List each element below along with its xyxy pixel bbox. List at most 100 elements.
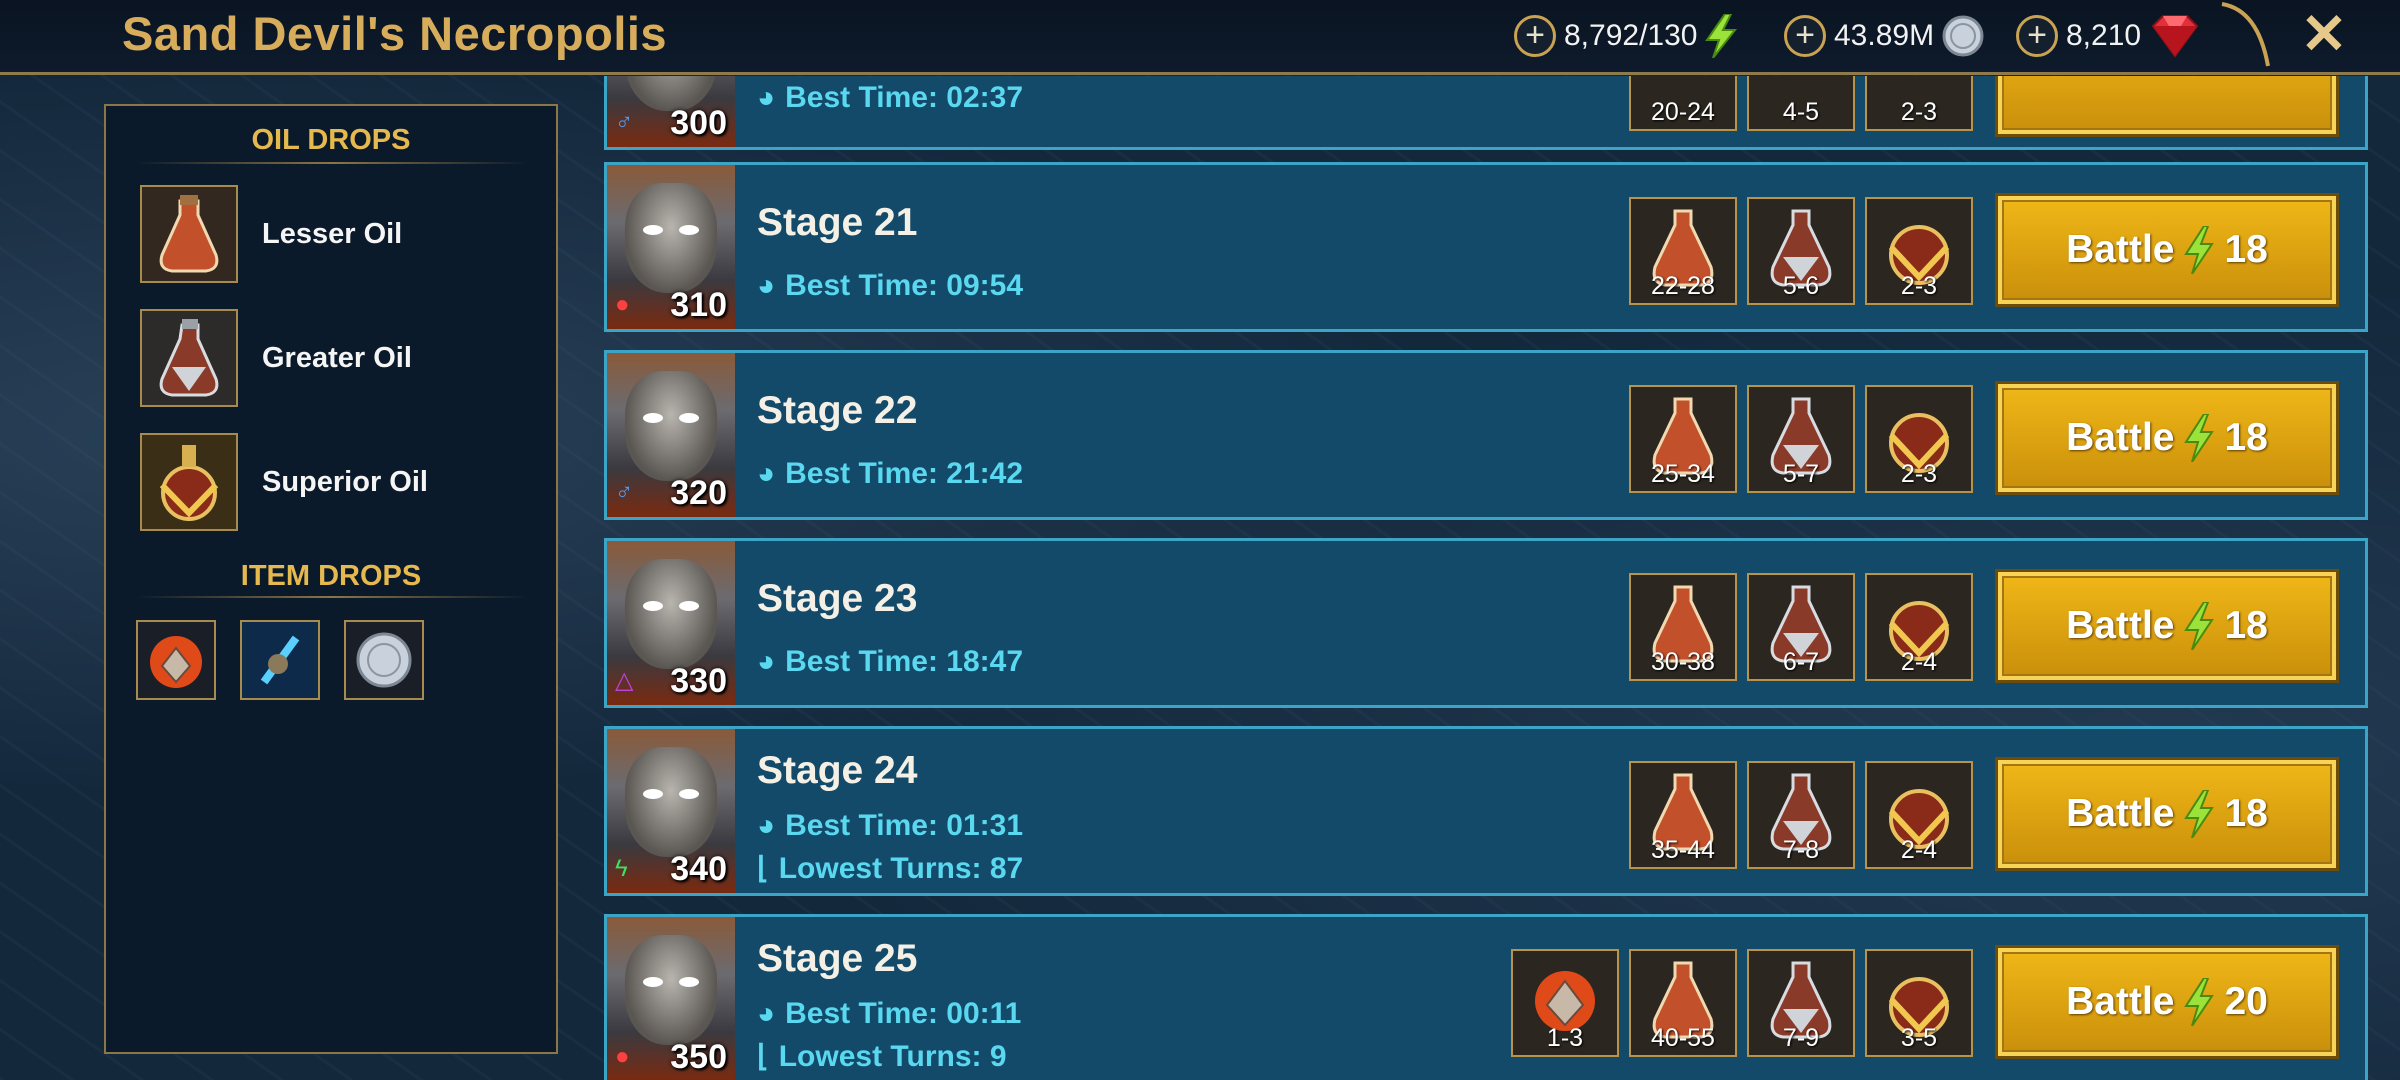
silver-value: 43.89M [1834, 19, 1935, 52]
turns-icon: ⌊ [757, 852, 769, 885]
drop-greater-oil: 7-9 [1747, 949, 1855, 1057]
drop-lesser-oil: 30-38 [1629, 573, 1737, 681]
stage-row-25[interactable]: ● 350 Stage 25 ◕ Best Time: 00:11 ⌊ Lowest… [604, 914, 2368, 1080]
void-affinity-icon: △ [615, 667, 634, 694]
silver-coin-icon[interactable] [344, 620, 424, 700]
battle-button[interactable]: Battle 18 [1995, 569, 2339, 683]
silver-counter[interactable]: + 43.89M [1784, 13, 1986, 59]
clock-icon: ◕ [757, 81, 776, 114]
stage-name: Stage 21 [757, 201, 918, 244]
stage-row[interactable]: ♂ 300 ◕ Best Time: 02:37 20-24 4-5 2-3 [604, 76, 2368, 150]
boss-level: 330 [670, 662, 727, 700]
superior-oil-icon [140, 433, 238, 531]
oil-item-greater[interactable]: Greater Oil [140, 308, 412, 408]
clock-icon: ◕ [757, 809, 776, 842]
gem-icon [2151, 15, 2199, 58]
lowest-turns: ⌊ Lowest Turns: 9 [757, 1039, 1007, 1074]
drop-superior-oil: 2-3 [1865, 385, 1973, 493]
clock-icon: ◕ [757, 269, 776, 302]
best-time: ◕ Best Time: 00:11 [757, 997, 1022, 1030]
best-time: ◕ Best Time: 18:47 [757, 645, 1024, 678]
energy-icon [2184, 978, 2215, 1026]
drop-lesser-oil: 35-44 [1629, 761, 1737, 869]
corner-ornament [2221, 2, 2270, 67]
stage-row-23[interactable]: △ 330 Stage 23 ◕ Best Time: 18:47 30-38 6… [604, 538, 2368, 708]
drop-greater-oil: 5-6 [1747, 197, 1855, 305]
battle-button[interactable]: Battle 20 [1995, 945, 2339, 1059]
drop-greater-oil: 4-5 [1747, 76, 1855, 131]
drop-superior-oil: 2-3 [1865, 197, 1973, 305]
oil-label: Lesser Oil [262, 217, 403, 250]
drop-superior-oil: 2-4 [1865, 761, 1973, 869]
stage-row-22[interactable]: ♂ 320 Stage 22 ◕ Best Time: 21:42 25-34 5… [604, 350, 2368, 520]
drop-lesser-oil: 20-24 [1629, 76, 1737, 131]
drop-superior-oil: 2-3 [1865, 76, 1973, 131]
oil-label: Greater Oil [262, 341, 412, 374]
oil-item-lesser[interactable]: Lesser Oil [140, 184, 402, 284]
top-bar: Sand Devil's Necropolis + 8,792/130 + 43… [0, 0, 2400, 75]
fire-gem-icon[interactable] [136, 620, 216, 700]
item-drops-header: ITEM DROPS [240, 560, 422, 592]
blue-artifact-icon[interactable] [240, 620, 320, 700]
boss-portrait: ♂ 320 [607, 353, 735, 517]
energy-icon [2184, 790, 2215, 838]
oil-item-superior[interactable]: Superior Oil [140, 432, 428, 532]
force-affinity-icon: ● [615, 291, 630, 318]
energy-icon [2184, 414, 2215, 462]
add-energy-button[interactable]: + [1514, 15, 1556, 57]
clock-icon: ◕ [757, 645, 776, 678]
battle-button[interactable]: Battle 18 [1995, 757, 2339, 871]
stage-list[interactable]: ♂ 300 ◕ Best Time: 02:37 20-24 4-5 2-3 ● … [604, 76, 2376, 1080]
best-time: ◕ Best Time: 01:31 [757, 809, 1024, 842]
battle-button[interactable]: Battle 18 [1995, 381, 2339, 495]
drop-lesser-oil: 22-28 [1629, 197, 1737, 305]
energy-icon [2184, 602, 2215, 650]
gems-value: 8,210 [2066, 19, 2142, 52]
energy-value: 8,792/130 [1564, 19, 1698, 52]
stage-name: Stage 23 [757, 577, 918, 620]
stage-name: Stage 24 [757, 749, 918, 792]
boss-level: 340 [670, 850, 727, 888]
boss-portrait: ♂ 300 [607, 76, 735, 147]
close-button[interactable]: ✕ [2296, 6, 2352, 62]
best-time: ◕ Best Time: 02:37 [757, 81, 1024, 114]
stage-row-24[interactable]: ϟ 340 Stage 24 ◕ Best Time: 01:31 ⌊ Lowest… [604, 726, 2368, 896]
energy-icon [1705, 14, 1738, 58]
drop-superior-oil: 2-4 [1865, 573, 1973, 681]
energy-counter[interactable]: + 8,792/130 [1514, 13, 1739, 59]
oil-label: Superior Oil [262, 465, 428, 498]
turns-icon: ⌊ [757, 1040, 769, 1073]
stage-name: Stage 25 [757, 937, 918, 980]
add-gems-button[interactable]: + [2016, 15, 2058, 57]
clock-icon: ◕ [757, 997, 776, 1030]
oil-drops-header: OIL DROPS [251, 124, 411, 156]
boss-level: 350 [670, 1038, 727, 1076]
drop-greater-oil: 6-7 [1747, 573, 1855, 681]
boss-portrait: ϟ 340 [607, 729, 735, 893]
force-affinity-icon: ● [615, 1043, 630, 1070]
greater-oil-icon [140, 309, 238, 407]
divider [136, 596, 528, 598]
drop-superior-oil: 3-5 [1865, 949, 1973, 1057]
add-silver-button[interactable]: + [1784, 15, 1826, 57]
drops-panel: OIL DROPS Lesser Oil Greater Oil Superio… [104, 104, 558, 1054]
stage-row-21[interactable]: ● 310 Stage 21 ◕ Best Time: 09:54 22-28 5… [604, 162, 2368, 332]
boss-portrait: ● 350 [607, 917, 735, 1080]
energy-icon [2184, 226, 2215, 274]
boss-portrait: △ 330 [607, 541, 735, 705]
best-time: ◕ Best Time: 09:54 [757, 269, 1024, 302]
battle-button[interactable]: Battle 18 [1995, 193, 2339, 307]
gems-counter[interactable]: + 8,210 [2016, 13, 2203, 59]
battle-button[interactable] [1995, 76, 2339, 137]
boss-level: 300 [670, 104, 727, 142]
drop-greater-oil: 5-7 [1747, 385, 1855, 493]
page-title: Sand Devil's Necropolis [122, 7, 668, 60]
boss-level: 310 [670, 286, 727, 324]
drop-lesser-oil: 40-55 [1629, 949, 1737, 1057]
spirit-affinity-icon: ϟ [615, 855, 628, 882]
drop-fire-gem: 1-3 [1511, 949, 1619, 1057]
clock-icon: ◕ [757, 457, 776, 490]
boss-portrait: ● 310 [607, 165, 735, 329]
silver-coin-icon [1942, 15, 1984, 57]
drop-greater-oil: 7-8 [1747, 761, 1855, 869]
